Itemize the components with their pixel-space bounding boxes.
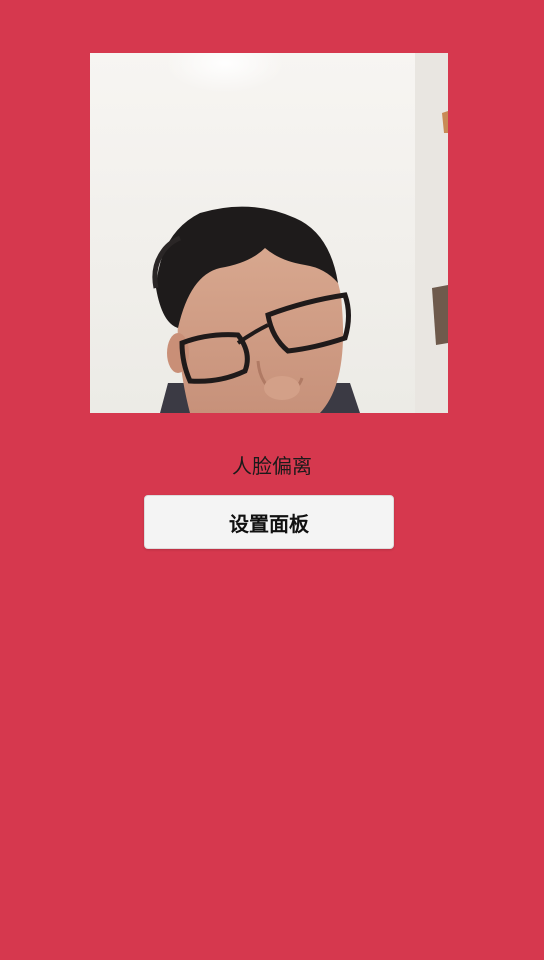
camera-preview [90,53,448,413]
settings-panel-button[interactable]: 设置面板 [144,495,394,549]
camera-feed-image [152,53,448,413]
app-screen: 人脸偏离 设置面板 [0,0,544,960]
face-status-text: 人脸偏离 [232,454,312,478]
